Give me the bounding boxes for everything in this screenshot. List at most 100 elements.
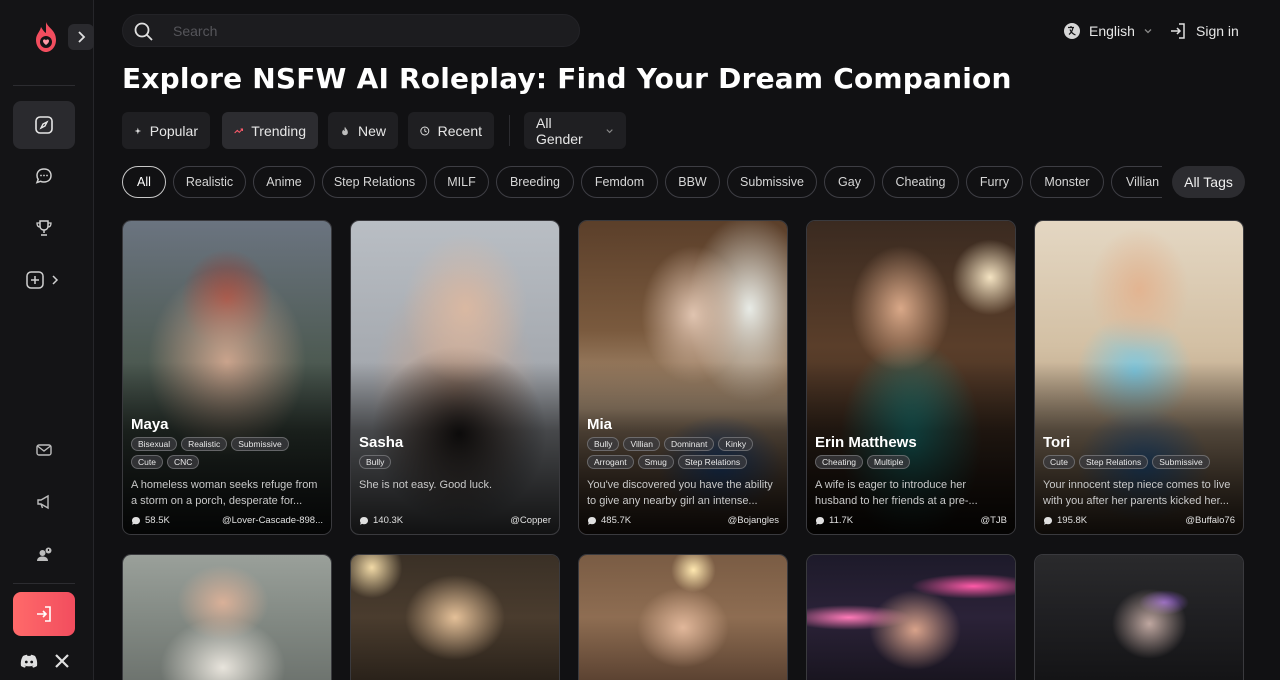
character-card[interactable]	[578, 554, 788, 680]
sort-recent-button[interactable]: Recent	[408, 112, 494, 149]
chat-bubble-icon	[35, 168, 52, 184]
character-card[interactable]: Tori Cute Step Relations Submissive Your…	[1034, 220, 1244, 535]
tag-cheating[interactable]: Cheating	[882, 166, 959, 198]
chat-count: 195.8K	[1057, 515, 1088, 526]
tag-submissive[interactable]: Submissive	[727, 166, 817, 198]
clock-icon	[420, 126, 430, 135]
tag-label: Realistic	[185, 175, 234, 189]
character-tag: Bully	[587, 437, 620, 451]
tag-furry[interactable]: Furry	[966, 166, 1023, 198]
character-description: You've discovered you have the ability t…	[587, 479, 773, 507]
tag-all[interactable]: All	[122, 166, 166, 198]
sparkle-icon	[134, 127, 142, 134]
character-tag: Bisexual	[131, 437, 178, 451]
character-description: A homeless woman seeks refuge from a sto…	[131, 479, 318, 507]
card-meta: 140.3K @Copper	[359, 515, 551, 526]
character-tag: Submissive	[1152, 455, 1210, 469]
character-card[interactable]	[350, 554, 560, 680]
character-card[interactable]: Maya Bisexual Realistic Submissive Cute …	[122, 220, 332, 535]
sidebar-item-create[interactable]	[13, 256, 75, 304]
sort-label: New	[357, 122, 386, 139]
character-author[interactable]: @Buffalo76	[1185, 515, 1235, 526]
character-author[interactable]: @TJB	[980, 515, 1007, 526]
sort-popular-button[interactable]: Popular	[122, 112, 210, 149]
character-author[interactable]: @Copper	[510, 515, 551, 526]
discord-icon[interactable]	[19, 651, 39, 671]
character-image	[123, 555, 331, 680]
tag-label: Submissive	[740, 175, 804, 189]
character-description: Your innocent step niece comes to live w…	[1043, 479, 1231, 507]
app: English Sign in Explore NSFW AI Roleplay…	[0, 0, 1280, 680]
sidebar-item-leaderboard[interactable]	[13, 204, 75, 252]
card-meta: 58.5K @Lover-Cascade-898...	[131, 515, 323, 526]
character-tag: Dominant	[663, 437, 715, 451]
tag-label: Villian	[1126, 175, 1160, 189]
language-label: English	[1089, 23, 1135, 39]
gender-filter-dropdown[interactable]: All Gender	[524, 112, 626, 149]
character-card[interactable]	[122, 554, 332, 680]
all-tags-button[interactable]: All Tags	[1172, 166, 1245, 198]
tag-label: Femdom	[594, 175, 645, 189]
tag-label: MILF	[447, 175, 476, 189]
character-tag: CNC	[166, 455, 200, 469]
character-tags: Bully Villian Dominant Kinky Arrogant Sm…	[587, 437, 779, 469]
tag-milf[interactable]: MILF	[434, 166, 489, 198]
character-tag: Multiple	[867, 455, 911, 469]
chevron-right-icon	[78, 31, 86, 43]
tag-label: Gay	[838, 175, 861, 189]
flame-icon	[342, 126, 348, 135]
character-author[interactable]: @Bojangles	[728, 515, 779, 526]
sign-in-icon	[1171, 23, 1185, 39]
tag-anime[interactable]: Anime	[253, 166, 315, 198]
tag-realistic[interactable]: Realistic	[173, 166, 246, 198]
tag-femdom[interactable]: Femdom	[581, 166, 658, 198]
chat-count: 11.7K	[829, 515, 854, 526]
x-twitter-icon[interactable]	[52, 651, 72, 671]
character-card[interactable]: Mia Bully Villian Dominant Kinky Arrogan…	[578, 220, 788, 535]
sidebar-item-chats[interactable]	[13, 152, 75, 200]
character-author[interactable]: @Lover-Cascade-898...	[222, 515, 323, 526]
tag-label: BBW	[678, 175, 707, 189]
tag-gay[interactable]: Gay	[824, 166, 875, 198]
sign-in-button[interactable]: Sign in	[1168, 20, 1239, 42]
tag-filter-bar: All Realistic Anime Step Relations MILF …	[122, 166, 1162, 199]
tag-bbw[interactable]: BBW	[665, 166, 720, 198]
search-bar[interactable]	[122, 14, 580, 47]
add-square-icon	[26, 271, 59, 289]
search-input[interactable]	[173, 21, 563, 41]
sort-trending-button[interactable]: Trending	[222, 112, 318, 149]
character-tag: Arrogant	[587, 455, 634, 469]
character-card[interactable]: Sasha Bully She is not easy. Good luck. …	[350, 220, 560, 535]
sidebar-item-mail[interactable]	[30, 436, 58, 464]
tag-breeding[interactable]: Breeding	[496, 166, 574, 198]
card-meta: 195.8K @Buffalo76	[1043, 515, 1235, 526]
sign-in-label: Sign in	[1196, 23, 1239, 39]
sidebar-expand-button[interactable]	[68, 24, 94, 50]
tag-step-relations[interactable]: Step Relations	[322, 166, 427, 198]
all-tags-label: All Tags	[1184, 174, 1233, 190]
character-tag: Step Relations	[677, 455, 748, 469]
tag-monster[interactable]: Monster	[1030, 166, 1104, 198]
character-card[interactable]	[1034, 554, 1244, 680]
mail-icon	[36, 444, 52, 456]
sidebar-item-explore[interactable]	[13, 101, 75, 149]
character-tags: Cute Step Relations Submissive	[1043, 455, 1235, 469]
sidebar-item-announcements[interactable]	[30, 488, 58, 516]
character-tag: Realistic	[181, 437, 228, 451]
language-selector[interactable]: English	[1063, 20, 1153, 42]
sort-new-button[interactable]: New	[328, 112, 398, 149]
sidebar-divider	[13, 85, 75, 86]
character-tag: Cheating	[815, 455, 864, 469]
login-button[interactable]	[13, 592, 75, 636]
trend-icon	[234, 128, 244, 133]
sort-label: Trending	[251, 122, 306, 139]
character-card[interactable]: Erin Matthews Cheating Multiple A wife i…	[806, 220, 1016, 535]
tag-villian[interactable]: Villian	[1111, 166, 1162, 198]
logo-icon[interactable]	[30, 20, 62, 54]
tag-label: All	[137, 175, 151, 189]
sidebar-item-affiliate[interactable]	[30, 541, 58, 569]
character-tag: Smug	[637, 455, 674, 469]
sidebar	[0, 0, 94, 680]
tag-label: Breeding	[509, 175, 561, 189]
character-card[interactable]	[806, 554, 1016, 680]
